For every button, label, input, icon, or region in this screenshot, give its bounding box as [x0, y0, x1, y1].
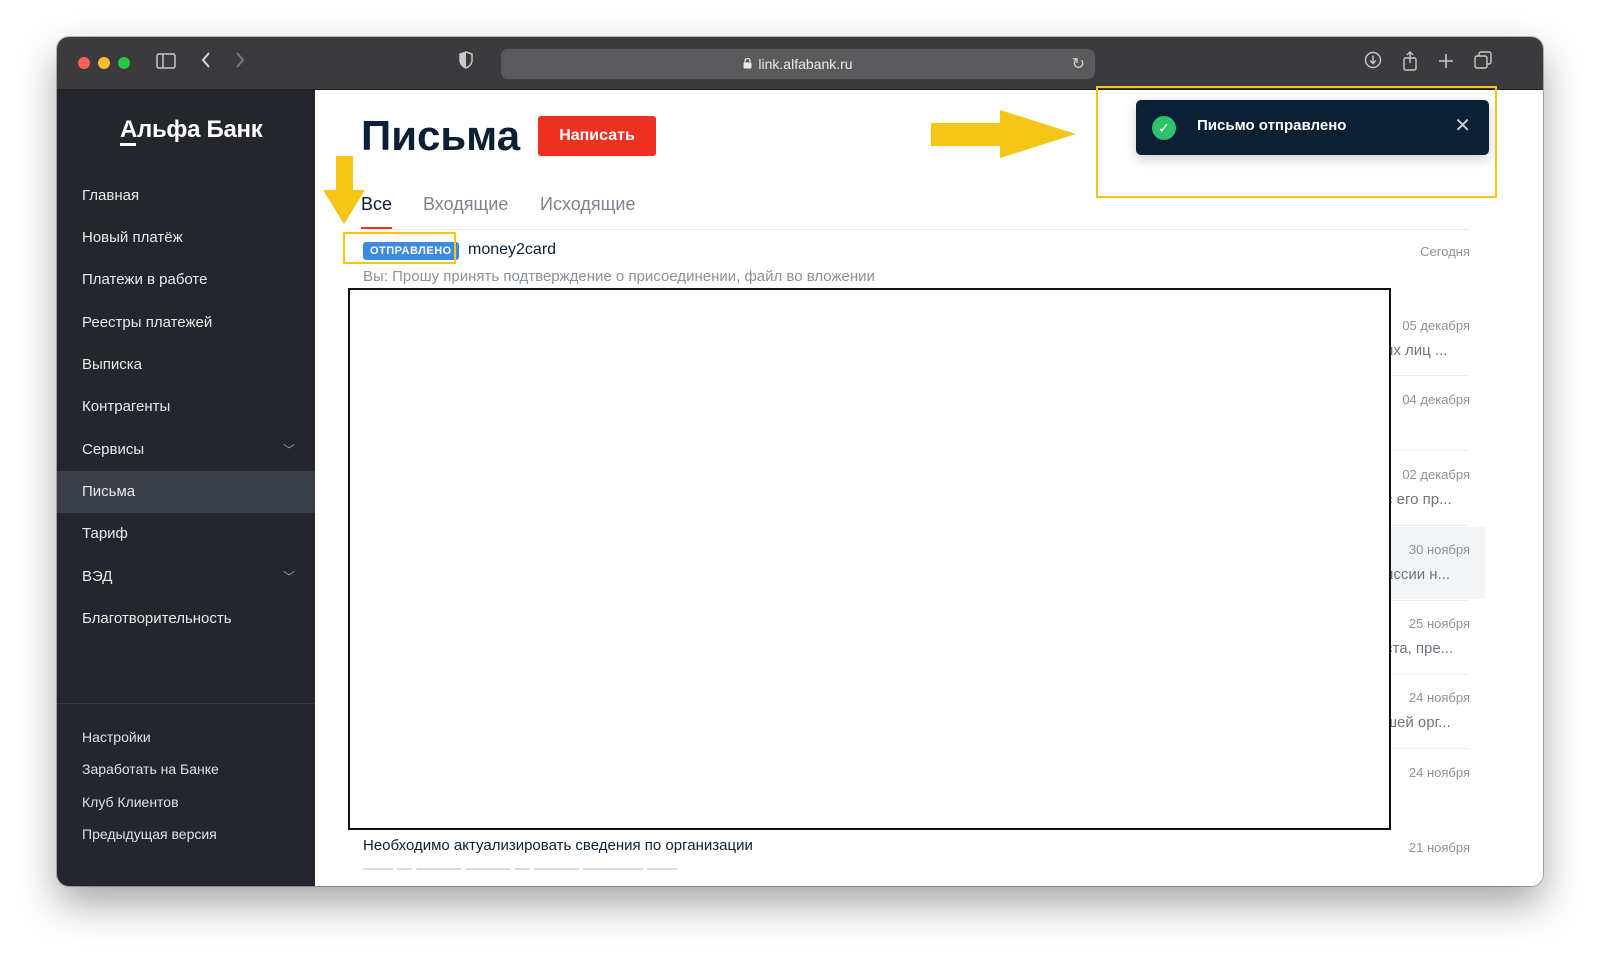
screenshot-stage: link.alfabank.ru ↻ Альфа Банк Главная Но… [0, 0, 1600, 959]
annotation-arrow-right [931, 110, 1076, 158]
annotation-arrow-down [323, 156, 365, 224]
annotation-arrows [323, 110, 1076, 224]
